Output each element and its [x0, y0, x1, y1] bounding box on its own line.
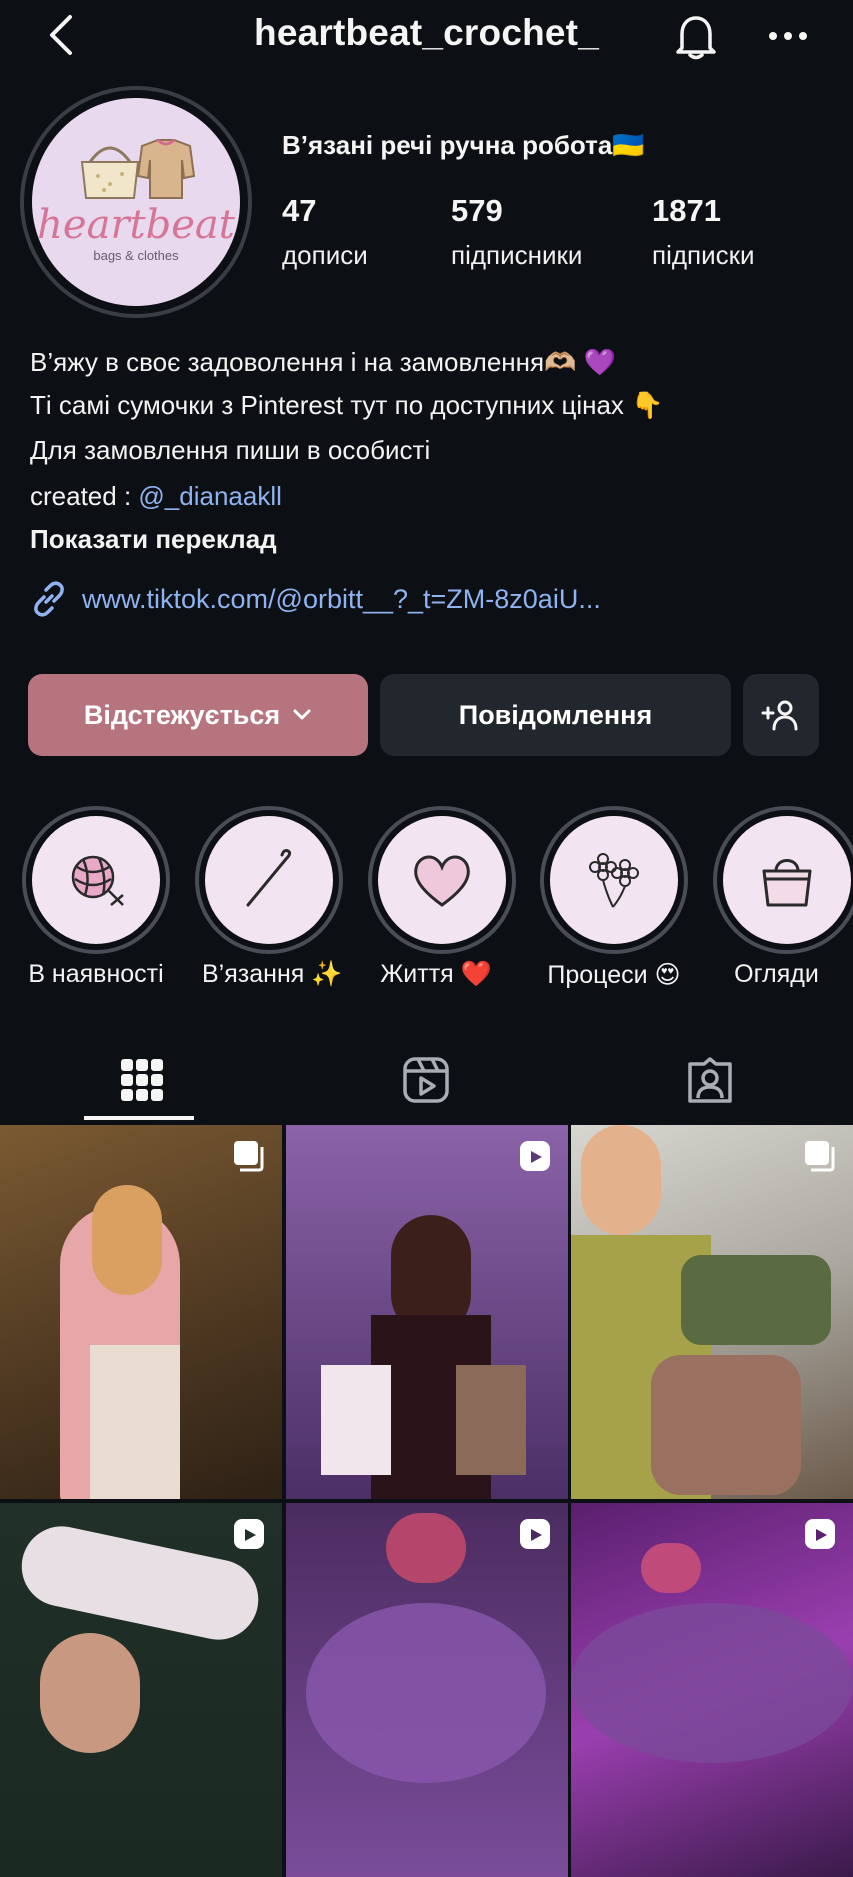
posts-label: дописи [282, 240, 368, 270]
highlight-label-in-stock: В наявності [28, 960, 164, 988]
highlight-ring[interactable] [368, 806, 516, 954]
bag-and-sweater-illustration [80, 138, 196, 199]
tagged-icon [688, 1057, 732, 1103]
following-label[interactable]: підписки [652, 240, 755, 271]
back-button[interactable] [38, 10, 82, 60]
avatar-logo: heartbeat bags & clothes [32, 98, 240, 306]
yarn-ball-icon [71, 855, 124, 906]
notifications-button[interactable] [668, 8, 724, 64]
tab-posts-grid[interactable] [0, 1040, 284, 1120]
highlight-ring[interactable] [195, 806, 343, 954]
highlight-label-reviews: Огляди [734, 960, 819, 988]
followers-count[interactable]: 579 [451, 193, 503, 229]
chevron-left-icon [50, 15, 72, 55]
following-dropdown-button[interactable]: Відстежується [28, 674, 368, 756]
add-person-icon [761, 700, 798, 731]
grid-icon [121, 1059, 163, 1101]
posts-count: 47 [282, 193, 317, 228]
carousel-icon [805, 1141, 835, 1172]
highlight-ring[interactable] [713, 806, 853, 954]
bio-line-1: В’яжу в своє задоволення і на замовлення… [30, 347, 617, 377]
carousel-icon [234, 1141, 264, 1172]
grid-post[interactable] [286, 1503, 568, 1877]
profile-display-name: В’язані речі ручна робота🇺🇦 [282, 130, 645, 160]
highlight-ring[interactable] [22, 806, 170, 954]
flowers-icon [589, 853, 639, 908]
external-link[interactable]: www.tiktok.com/@orbitt__?_t=ZM-8z0aiU... [30, 580, 601, 618]
bio-line-2: Ті самі сумочки з Pinterest тут по досту… [30, 390, 664, 420]
grid-post[interactable] [571, 1125, 853, 1499]
chevron-down-icon [293, 709, 311, 720]
link-icon [34, 581, 64, 617]
highlight-in-stock[interactable] [22, 806, 170, 954]
highlight-knitting[interactable] [195, 806, 343, 954]
profile-avatar[interactable]: heartbeat bags & clothes [20, 86, 252, 318]
more-options-button[interactable] [758, 12, 818, 60]
highlight-ring[interactable] [540, 806, 688, 954]
suggested-users-button[interactable] [743, 674, 819, 756]
reels-icon [403, 1057, 449, 1103]
crochet-hook-icon [246, 849, 292, 907]
tab-tagged[interactable] [568, 1040, 852, 1120]
following-count[interactable]: 1871 [652, 193, 721, 229]
avatar-logo-subtitle: bags & clothes [93, 248, 179, 263]
grid-post[interactable] [0, 1503, 282, 1877]
following-button-label: Відстежується [83, 699, 281, 730]
grid-post[interactable] [571, 1503, 853, 1877]
avatar-logo-word: heartbeat [37, 202, 235, 248]
highlight-label-knitting: В’язання ✨ [202, 960, 343, 988]
heart-icon [414, 855, 470, 907]
reel-icon [234, 1519, 264, 1549]
bio-created-line: created : @_dianaakll [30, 481, 282, 511]
bio-created-prefix: created : [30, 481, 139, 511]
bell-icon [676, 16, 716, 60]
more-dots-icon [769, 32, 807, 40]
highlight-reviews[interactable] [713, 806, 853, 954]
creator-mention-link[interactable]: @_dianaakll [138, 481, 281, 511]
active-tab-indicator [84, 1116, 194, 1120]
top-bar: heartbeat_crochet_ [0, 0, 853, 74]
tab-reels[interactable] [284, 1040, 568, 1120]
grid-post[interactable] [286, 1125, 568, 1499]
highlight-label-processes: Процеси 😍 [547, 961, 681, 989]
show-translation-button[interactable]: Показати переклад [30, 524, 277, 554]
message-button[interactable]: Повідомлення [380, 674, 731, 756]
bio-line-3: Для замовлення пиши в особисті [30, 435, 431, 465]
grid-post[interactable] [0, 1125, 282, 1499]
external-link-text[interactable]: www.tiktok.com/@orbitt__?_t=ZM-8z0aiU... [82, 584, 601, 615]
handbag-icon [762, 859, 812, 907]
followers-label[interactable]: підписники [451, 240, 582, 271]
highlight-label-life: Життя ❤️ [380, 960, 492, 988]
reel-icon [520, 1519, 550, 1549]
profile-username: heartbeat_crochet_ [254, 12, 599, 53]
highlight-life[interactable] [368, 806, 516, 954]
highlight-processes[interactable] [540, 806, 688, 954]
reel-icon [520, 1141, 550, 1171]
reel-icon [805, 1519, 835, 1549]
